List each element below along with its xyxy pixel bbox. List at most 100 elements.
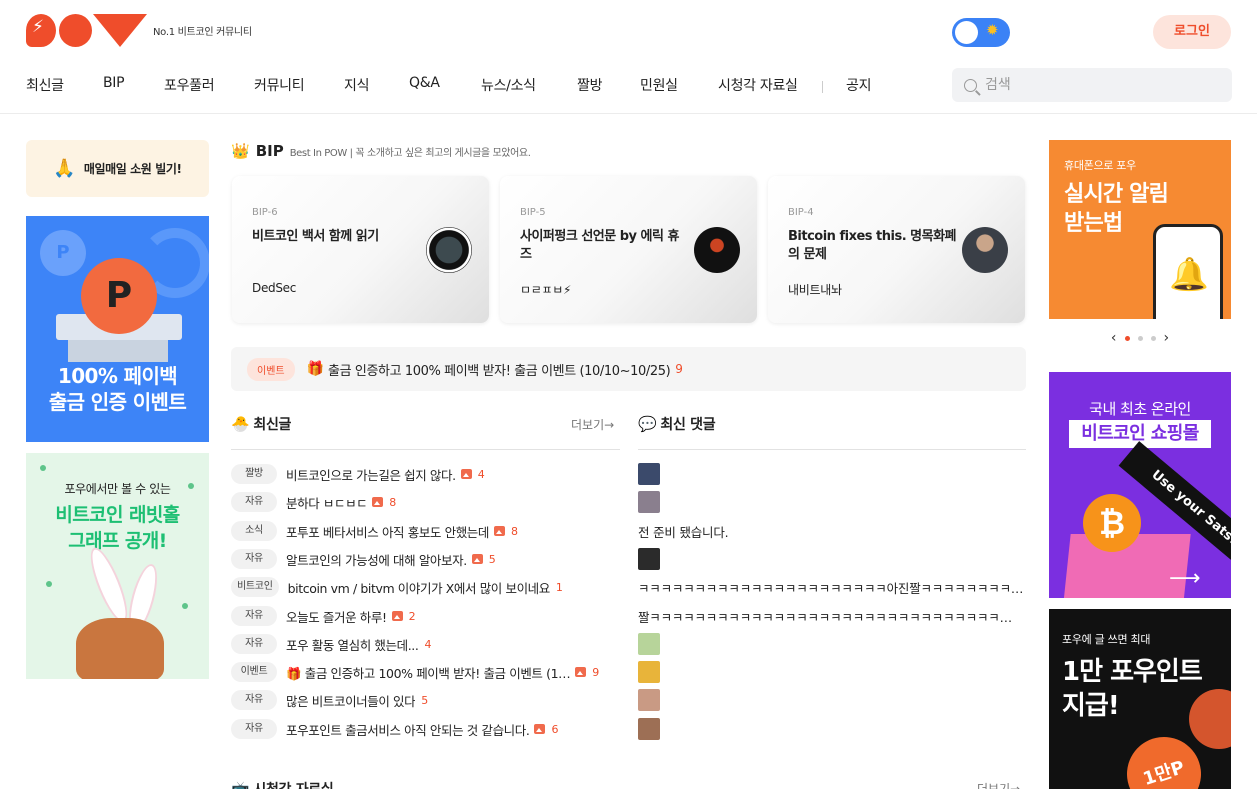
comment-row[interactable]: ㅋㅋㅋㅋㅋㅋㅋㅋㅋㅋㅋㅋㅋㅋㅋㅋㅋㅋㅋㅋㅋㅋ아진짤ㅋㅋㅋㅋㅋㅋㅋㅋ… [638, 576, 1024, 598]
nav-item-complaints[interactable]: 민원실 [640, 75, 678, 95]
comment-image-thumbnail[interactable] [638, 548, 660, 570]
bip-card[interactable]: BIP-4 Bitcoin fixes this. 명목화폐의 문제 내비트내놔 [768, 176, 1025, 323]
chevron-right-icon[interactable]: › [1164, 331, 1170, 345]
arrow-right-icon: ⟶ [1169, 566, 1201, 591]
comment-row[interactable] [638, 491, 1024, 513]
latest-more-link[interactable]: 더보기→ [571, 416, 614, 433]
carousel-dot[interactable] [1137, 335, 1143, 341]
post-row[interactable]: 자유 포우포인트 출금서비스 아직 안되는 것 같습니다. 6 [231, 718, 621, 740]
post-row[interactable]: 소식 포투포 베타서비스 아직 홍보도 안했는데 8 [231, 520, 621, 542]
post-title[interactable]: 많은 비트코이너들이 있다 [286, 691, 415, 710]
bip-number: BIP-6 [252, 207, 278, 218]
nav-item-pow-fuller[interactable]: 포우풀러 [164, 75, 215, 95]
nav-item-community[interactable]: 커뮤니티 [254, 75, 305, 95]
bip-title[interactable]: BIP [256, 142, 284, 160]
media-more-link[interactable]: 더보기→ [977, 780, 1020, 789]
post-category-badge[interactable]: 자유 [231, 690, 277, 710]
post-comment-count: 5 [488, 552, 496, 566]
comment-row[interactable]: 전 준비 됐습니다. [638, 520, 1024, 542]
event-announcement-bar[interactable]: 이벤트 🎁 출금 인증하고 100% 페이백 받자! 출금 이벤트 (10/10… [231, 347, 1026, 391]
post-title[interactable]: 🎁 출금 인증하고 100% 페이백 받자! 출금 이벤트 (1… [286, 663, 570, 682]
comment-image-thumbnail[interactable] [638, 463, 660, 485]
post-comment-count: 6 [551, 722, 559, 736]
post-category-badge[interactable]: 이벤트 [231, 662, 277, 682]
rabbit-headline-2: 그래프 공개! [68, 530, 167, 552]
comment-image-thumbnail[interactable] [638, 633, 660, 655]
carousel-dot[interactable] [1150, 335, 1156, 341]
post-title[interactable]: 포우포인트 출금서비스 아직 안되는 것 같습니다. [286, 720, 529, 739]
comment-row[interactable] [638, 463, 1024, 485]
payback-event-banner[interactable]: P P 100% 페이백 출금 인증 이벤트 [26, 216, 209, 442]
nav-item-latest[interactable]: 최신글 [26, 75, 64, 95]
bitcoin-shop-banner[interactable]: 국내 최초 온라인 비트코인 쇼핑몰 ₿ Use your Sats! ⟶ [1049, 372, 1231, 598]
post-title[interactable]: 오늘도 즐거운 하루! [286, 607, 387, 626]
post-title[interactable]: 분하다 ㅂㄷㅂㄷ [286, 493, 367, 512]
carousel-dot[interactable] [1124, 335, 1130, 341]
p-coin-icon: P [81, 258, 157, 334]
nav-item-news[interactable]: 뉴스/소식 [481, 75, 536, 95]
comment-text[interactable]: ㅋㅋㅋㅋㅋㅋㅋㅋㅋㅋㅋㅋㅋㅋㅋㅋㅋㅋㅋㅋㅋㅋ아진짤ㅋㅋㅋㅋㅋㅋㅋㅋ… [638, 578, 1023, 597]
comment-image-thumbnail[interactable] [638, 661, 660, 683]
post-title[interactable]: 비트코인으로 가는길은 쉽지 않다. [286, 465, 456, 484]
nav-item-knowledge[interactable]: 지식 [344, 75, 369, 95]
post-category-badge[interactable]: 비트코인 [231, 577, 279, 597]
post-category-badge[interactable]: 자유 [231, 606, 277, 626]
toggle-knob [955, 21, 978, 44]
nav-item-notice[interactable]: 공지 [846, 75, 871, 95]
comment-image-thumbnail[interactable] [638, 689, 660, 711]
author-avatar [962, 227, 1008, 273]
comment-row[interactable] [638, 718, 1024, 740]
post-row[interactable]: 비트코인 bitcoin vm / bitvm 이야기가 X에서 많이 보이네요 1 [231, 576, 621, 598]
bip-card[interactable]: BIP-5 사이퍼펑크 선언문 by 에릭 휴즈 ㅁㄹㅍㅂ⚡ [500, 176, 757, 323]
pow-point-banner[interactable]: 포우에 글 쓰면 최대 1만 포우인트 지급! 1만P [1049, 609, 1231, 789]
post-row[interactable]: 이벤트 🎁 출금 인증하고 100% 페이백 받자! 출금 이벤트 (1… 9 [231, 661, 621, 683]
post-row[interactable]: 자유 포우 활동 열심히 했는데... 4 [231, 633, 621, 655]
nav-item-bip[interactable]: BIP [103, 75, 125, 91]
post-row[interactable]: 자유 분하다 ㅂㄷㅂㄷ 8 [231, 491, 621, 513]
comment-row[interactable] [638, 548, 1024, 570]
comment-image-thumbnail[interactable] [638, 718, 660, 740]
daily-wish-button[interactable]: 🙏 매일매일 소원 빌기! [26, 140, 209, 197]
chevron-left-icon[interactable]: ‹ [1111, 331, 1117, 345]
media-section-label: 시청각 자료실 [253, 779, 333, 789]
rabbit-hole-banner[interactable]: 포우에서만 볼 수 있는 비트코인 래빗홀 그래프 공개! [26, 453, 209, 679]
comment-row[interactable] [638, 633, 1024, 655]
search-input[interactable] [985, 77, 1215, 93]
login-button[interactable]: 로그인 [1153, 15, 1231, 49]
push-alarm-banner[interactable]: 휴대폰으로 포우 실시간 알림 받는법 🔔 [1049, 140, 1231, 319]
site-logo[interactable]: No.1 비트코인 커뮤니티 [26, 14, 252, 47]
post-category-badge[interactable]: 소식 [231, 521, 277, 541]
author-avatar [426, 227, 472, 273]
image-attachment-icon [460, 469, 472, 479]
comment-row[interactable]: 짤ㅋㅋㅋㅋㅋㅋㅋㅋㅋㅋㅋㅋㅋㅋㅋㅋㅋㅋㅋㅋㅋㅋㅋㅋㅋㅋㅋㅋㅋㅋㅋ… [638, 605, 1024, 627]
post-category-badge[interactable]: 짤방 [231, 464, 277, 484]
post-category-badge[interactable]: 자유 [231, 634, 277, 654]
post-category-badge[interactable]: 자유 [231, 549, 277, 569]
post-title[interactable]: bitcoin vm / bitvm 이야기가 X에서 많이 보이네요 [288, 578, 550, 597]
comment-row[interactable] [638, 689, 1024, 711]
search-icon[interactable] [964, 78, 977, 92]
post-title[interactable]: 포우 활동 열심히 했는데... [286, 635, 418, 654]
post-category-badge[interactable]: 자유 [231, 492, 277, 512]
nav-item-media[interactable]: 시청각 자료실 [718, 75, 798, 95]
post-title[interactable]: 알트코인의 가능성에 대해 알아보자. [286, 550, 467, 569]
comment-text[interactable]: 짤ㅋㅋㅋㅋㅋㅋㅋㅋㅋㅋㅋㅋㅋㅋㅋㅋㅋㅋㅋㅋㅋㅋㅋㅋㅋㅋㅋㅋㅋㅋㅋ… [638, 607, 1012, 626]
comment-row[interactable] [638, 661, 1024, 683]
post-row[interactable]: 자유 오늘도 즐거운 하루! 2 [231, 605, 621, 627]
nav-item-qna[interactable]: Q&A [409, 75, 440, 91]
payback-headline-1: 100% 페이백 [57, 364, 178, 388]
post-title[interactable]: 포투포 베타서비스 아직 홍보도 안했는데 [286, 522, 489, 541]
comment-image-thumbnail[interactable] [638, 491, 660, 513]
logo-letter-p [26, 14, 56, 47]
theme-toggle[interactable]: ✹ [952, 18, 1010, 47]
post-row[interactable]: 자유 알트코인의 가능성에 대해 알아보자. 5 [231, 548, 621, 570]
bip-card[interactable]: BIP-6 비트코인 백서 함께 읽기 DedSec [232, 176, 489, 323]
post-row[interactable]: 자유 많은 비트코이너들이 있다 5 [231, 689, 621, 711]
gift-icon: 🎁 [306, 361, 325, 377]
nav-item-memes[interactable]: 짤방 [577, 75, 602, 95]
post-category-badge[interactable]: 자유 [231, 719, 277, 739]
comment-text[interactable]: 전 준비 됐습니다. [638, 522, 728, 541]
post-row[interactable]: 짤방 비트코인으로 가는길은 쉽지 않다. 4 [231, 463, 621, 485]
bip-header: 👑 BIP Best In POW | 꼭 소개하고 싶은 최고의 게시글을 모… [231, 142, 531, 160]
pow-logo-mark [26, 14, 147, 47]
